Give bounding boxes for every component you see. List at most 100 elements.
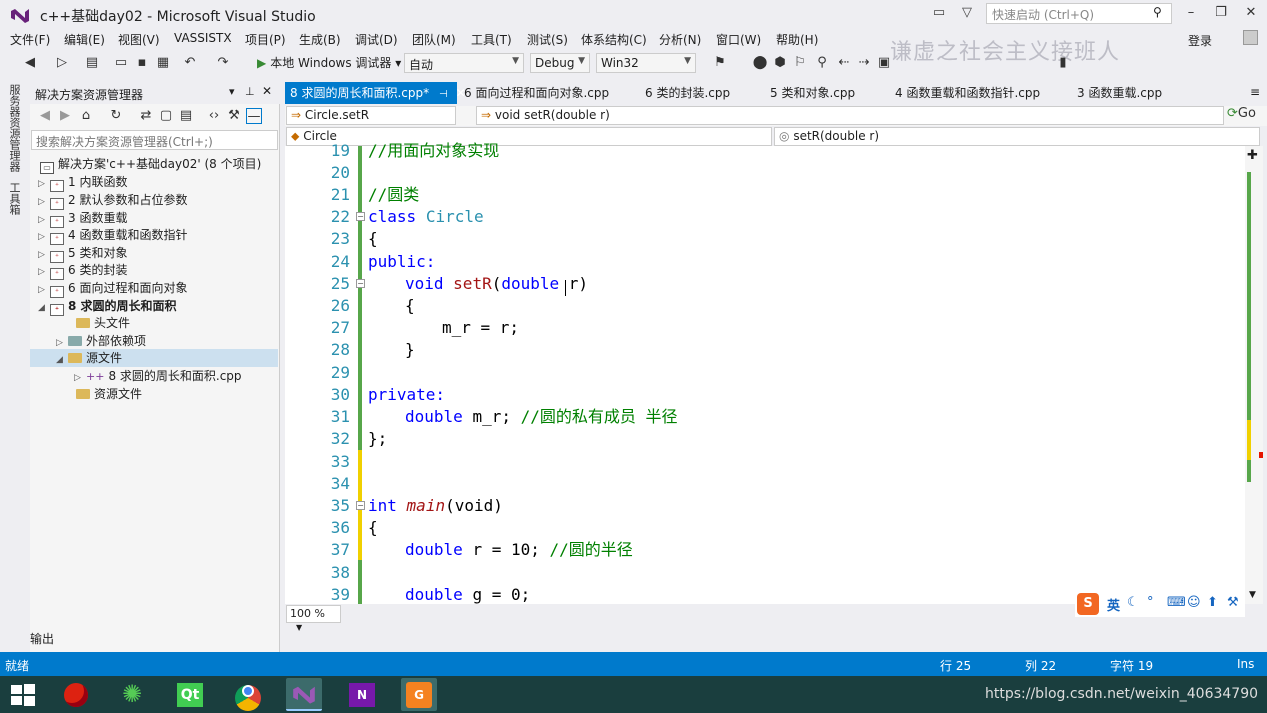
save-all-icon[interactable]: ▦ (155, 55, 171, 71)
tree-source-files[interactable]: ◢ 源文件 (30, 349, 278, 367)
dropdown-icon[interactable]: ▾ (229, 85, 235, 98)
windows-start-icon[interactable] (10, 683, 36, 707)
se-forward-icon[interactable]: ▶ (57, 108, 73, 124)
pdf-app-icon[interactable]: G (401, 678, 437, 711)
undo-icon[interactable]: ↶ (182, 55, 198, 71)
find-in-files-icon[interactable]: ⚑ (712, 55, 728, 71)
home-icon[interactable]: ⌂ (78, 108, 94, 124)
onenote-icon[interactable]: N (344, 678, 380, 711)
tab-overload-pointer[interactable]: 4 函数重载和函数指针.cpp (890, 82, 1045, 104)
back-icon[interactable]: ◀ (22, 55, 38, 71)
open-file-icon[interactable]: ▭ (113, 55, 129, 71)
class-select[interactable]: ⬥ Circle (286, 127, 772, 146)
attach-icon[interactable]: ⬤ (752, 55, 768, 71)
step-icon[interactable]: ⬢ (772, 55, 788, 71)
menu-architecture[interactable]: 体系结构(C) (581, 31, 647, 48)
scope-select[interactable]: ⇒ Circle.setR (286, 106, 456, 125)
tree-project-2[interactable]: ▷ ⁺ 2 默认参数和占位参数 (30, 191, 278, 210)
upload-icon[interactable]: ⬆ (1207, 595, 1218, 610)
tree-source-file[interactable]: ▷ ++ 8 求圆的周长和面积.cpp (30, 367, 278, 385)
pin-tab-icon[interactable]: ⊣ (439, 89, 448, 100)
nav-forward-icon[interactable]: ⇢ (856, 55, 872, 71)
method-select[interactable]: ◎ setR(double r) (774, 127, 1260, 146)
tree-external-deps[interactable]: ▷ 外部依赖项 (30, 332, 278, 350)
tab-overflow-icon[interactable]: ≡ (1250, 85, 1260, 99)
feedback-icon[interactable]: ▭ (930, 4, 948, 22)
menu-vassistx[interactable]: VASSISTX (174, 31, 232, 45)
fold-toggle-icon[interactable]: − (356, 501, 365, 510)
solution-config-select[interactable]: Debug ▼ (530, 53, 590, 73)
save-icon[interactable]: ▪ (134, 55, 150, 71)
menu-build[interactable]: 生成(B) (299, 31, 341, 48)
member-select[interactable]: ⇒ void setR(double r) (476, 106, 1224, 125)
filter-icon[interactable]: ▽ (958, 4, 976, 22)
zoom-select[interactable]: 100 % ▼ (286, 605, 341, 632)
tree-resource-files[interactable]: 资源文件 (30, 385, 278, 403)
menu-edit[interactable]: 编辑(E) (64, 31, 105, 48)
se-back-icon[interactable]: ◀ (37, 108, 53, 124)
menu-debug[interactable]: 调试(D) (355, 31, 398, 48)
collapse-all-icon[interactable]: ▢ (158, 108, 174, 124)
quick-launch-input[interactable]: 快速启动 (Ctrl+Q) (986, 3, 1172, 24)
ime-mode[interactable]: 英 (1107, 595, 1120, 614)
tab-circle-cpp[interactable]: 8 求圆的周长和面积.cpp* ⊣ ✕ (285, 82, 466, 104)
config-select[interactable]: 自动 ▼ (404, 53, 524, 73)
fold-toggle-icon[interactable]: − (356, 212, 365, 221)
tree-project-3[interactable]: ▷ ⁺ 3 函数重载 (30, 209, 278, 228)
properties-icon[interactable]: ⚒ (226, 108, 242, 124)
menu-team[interactable]: 团队(M) (412, 31, 456, 48)
taskbar-app-red-icon[interactable] (58, 678, 94, 711)
tree-project-5[interactable]: ▷ ⁺ 5 类和对象 (30, 244, 278, 263)
output-panel-tab[interactable]: 输出 (30, 630, 54, 647)
close-button[interactable]: ✕ (1238, 4, 1264, 22)
minimize-button[interactable]: – (1178, 4, 1204, 22)
menu-tools[interactable]: 工具(T) (471, 31, 512, 48)
tab-encapsulation[interactable]: 6 类的封装.cpp (640, 82, 735, 104)
redo-icon[interactable]: ↷ (215, 55, 231, 71)
pin-icon[interactable]: ⊥ (245, 85, 255, 98)
menu-help[interactable]: 帮助(H) (776, 31, 818, 48)
tree-project-4[interactable]: ▷ ⁺ 4 函数重载和函数指针 (30, 226, 278, 245)
tab-procedural-oop[interactable]: 6 面向过程和面向对象.cpp (459, 82, 614, 104)
menu-project[interactable]: 项目(P) (245, 31, 286, 48)
bookmark-icon[interactable]: ⚐ (792, 55, 808, 71)
tab-class-object[interactable]: 5 类和对象.cpp (765, 82, 860, 104)
split-icon[interactable]: ✚ (1247, 148, 1258, 163)
go-button[interactable]: ⟳Go (1227, 106, 1256, 121)
view-code-icon[interactable]: ‹› (206, 108, 222, 124)
wrench-icon[interactable]: ⚒ (1227, 595, 1239, 610)
menu-view[interactable]: 视图(V) (118, 31, 160, 48)
menu-file[interactable]: 文件(F) (10, 31, 50, 48)
new-project-icon[interactable]: ▤ (84, 55, 100, 71)
scroll-down-icon[interactable]: ▼ (1249, 590, 1256, 600)
menu-test[interactable]: 测试(S) (527, 31, 568, 48)
menu-analyze[interactable]: 分析(N) (659, 31, 701, 48)
moon-icon[interactable]: ☾ (1127, 595, 1139, 610)
server-explorer-tab[interactable]: 服务器资源管理器 (8, 84, 22, 172)
toolbox-tab[interactable]: 工具箱 (8, 182, 22, 215)
visual-studio-taskbar-icon[interactable] (286, 678, 322, 711)
tree-project-8[interactable]: ◢ ⁺ 8 求圆的周长和面积 (30, 297, 278, 316)
tree-project-6[interactable]: ▷ ⁺ 6 类的封装 (30, 261, 278, 280)
refresh-icon[interactable]: ⇄ (138, 108, 154, 124)
tree-header-files[interactable]: 头文件 (30, 314, 278, 332)
restore-button[interactable]: ❐ (1208, 4, 1234, 22)
tree-project-1[interactable]: ▷ ⁺ 1 内联函数 (30, 173, 278, 192)
account-icon[interactable] (1243, 30, 1258, 45)
tab-overload[interactable]: 3 函数重载.cpp (1072, 82, 1167, 104)
sync-icon[interactable]: ↻ (108, 108, 124, 124)
taskbar-app-green-icon[interactable]: ✺ (114, 678, 150, 711)
ime-toolbar[interactable]: S 英 ☾ ° ⌨ ☺ ⬆ ⚒ (1075, 591, 1245, 617)
keyboard-icon[interactable]: ⌨ (1167, 595, 1186, 610)
close-panel-icon[interactable]: ✕ (262, 84, 272, 98)
start-debugging-button[interactable]: ▶ 本地 Windows 调试器 ▾ (257, 54, 401, 71)
qt-creator-icon[interactable]: Qt (172, 678, 208, 711)
search-code-icon[interactable]: ⚲ (814, 55, 830, 71)
show-all-files-icon[interactable]: ▤ (178, 108, 194, 124)
login-link[interactable]: 登录 (1188, 32, 1212, 49)
menu-window[interactable]: 窗口(W) (716, 31, 761, 48)
comment-icon[interactable]: ▣ (876, 55, 892, 71)
fold-toggle-icon[interactable]: − (356, 279, 365, 288)
tree-project-7[interactable]: ▷ ⁺ 6 面向过程和面向对象 (30, 279, 278, 298)
forward-icon[interactable]: ▷ (54, 55, 70, 71)
